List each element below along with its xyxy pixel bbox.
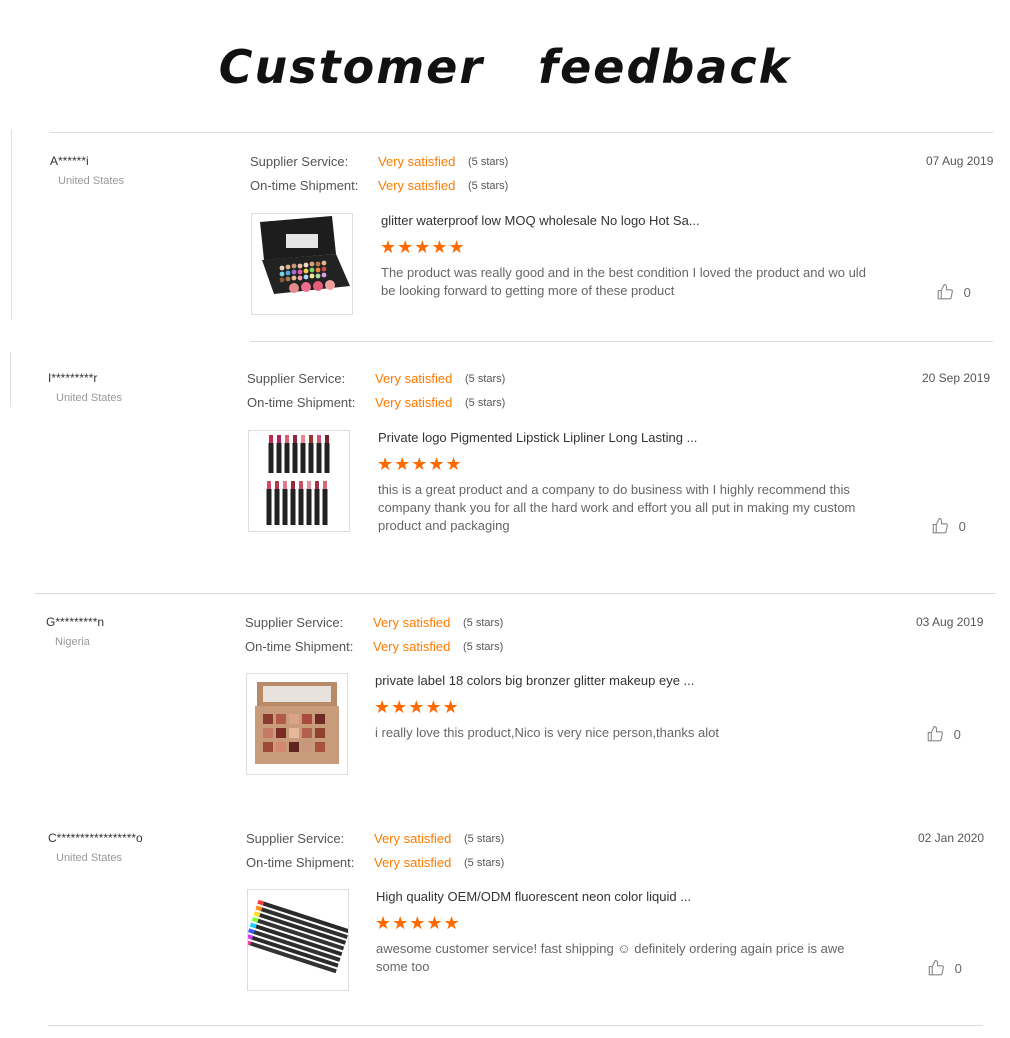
product-title-link[interactable]: glitter waterproof low MOQ wholesale No …: [381, 213, 700, 228]
thumbs-up-icon: [932, 517, 948, 534]
rating-value: Very satisfied: [375, 395, 453, 410]
rating-stars-note: (5 stars): [463, 617, 504, 629]
product-star-rating: ★★★★★: [377, 454, 463, 474]
review-date: 02 Jan 2020: [918, 831, 985, 845]
like-count: 0: [958, 518, 966, 534]
thumbs-up-icon: [928, 959, 944, 976]
like-count: 0: [954, 960, 962, 976]
review-text: The product was really good and in the b…: [381, 265, 866, 298]
rating-value: Very satisfied: [375, 371, 453, 386]
rating-value: Very satisfied: [374, 831, 452, 846]
rating-value: Very satisfied: [374, 855, 452, 870]
divider: [250, 341, 993, 342]
rating-label: Supplier Service:: [245, 615, 344, 630]
product-star-rating: ★★★★★: [374, 697, 460, 717]
review-date: 03 Aug 2019: [916, 615, 984, 629]
product-star-rating: ★★★★★: [380, 237, 466, 257]
rating-label: Supplier Service:: [247, 371, 346, 386]
thumbs-up-icon: [927, 725, 943, 742]
rating-stars-note: (5 stars): [465, 373, 506, 385]
reviewer-country: United States: [56, 392, 123, 404]
like-button[interactable]: 0: [926, 725, 961, 743]
review-item: C*****************o United States Suppli…: [0, 0, 1010, 991]
like-button[interactable]: 0: [931, 517, 966, 535]
thumbs-up-icon: [937, 283, 953, 300]
like-count: 0: [963, 284, 971, 300]
divider: [35, 593, 996, 594]
reviewer-name: G*********n: [46, 615, 105, 629]
review-text: awesome customer service! fast shipping …: [376, 941, 845, 974]
review-text: this is a great product and a company to…: [378, 482, 856, 533]
reviewer-name: C*****************o: [48, 831, 143, 845]
product-title-link[interactable]: High quality OEM/ODM fluorescent neon co…: [376, 889, 691, 904]
rating-stars-note: (5 stars): [464, 833, 505, 845]
like-count: 0: [953, 726, 961, 742]
rating-label: Supplier Service:: [246, 831, 345, 846]
rating-value: Very satisfied: [373, 639, 451, 654]
rating-label: On-time Shipment:: [246, 855, 355, 870]
product-thumbnail[interactable]: [246, 673, 348, 775]
product-thumbnail[interactable]: [248, 430, 350, 532]
rating-value: Very satisfied: [373, 615, 451, 630]
product-title-link[interactable]: private label 18 colors big bronzer glit…: [375, 673, 694, 688]
rating-label: On-time Shipment:: [245, 639, 354, 654]
rating-stars-note: (5 stars): [465, 397, 506, 409]
review-date: 20 Sep 2019: [922, 371, 991, 385]
like-button[interactable]: 0: [936, 283, 971, 301]
reviewer-name: I*********r: [48, 371, 98, 385]
review-text: i really love this product,Nico is very …: [375, 725, 719, 740]
product-star-rating: ★★★★★: [375, 913, 461, 933]
product-thumbnail[interactable]: [251, 213, 353, 315]
rating-label: On-time Shipment:: [247, 395, 356, 410]
rating-stars-note: (5 stars): [463, 641, 504, 653]
reviewer-country: United States: [56, 852, 123, 864]
product-title-link[interactable]: Private logo Pigmented Lipstick Lipliner…: [378, 430, 697, 445]
like-button[interactable]: 0: [927, 959, 962, 977]
divider: [48, 1025, 983, 1026]
reviewer-country: Nigeria: [55, 636, 90, 648]
divider: [10, 352, 11, 407]
rating-stars-note: (5 stars): [464, 857, 505, 869]
product-thumbnail[interactable]: [247, 889, 349, 991]
